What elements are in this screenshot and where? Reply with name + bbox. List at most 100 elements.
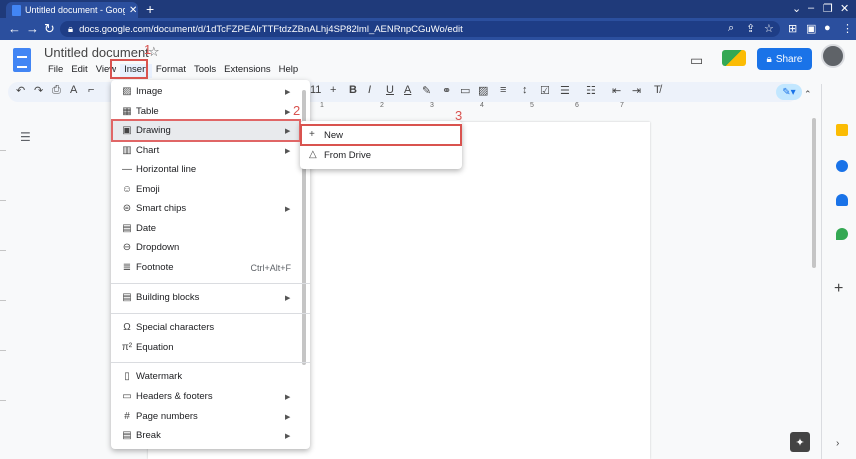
menu-item-label: Footnote (136, 262, 174, 273)
insert-menu-item-page-numbers[interactable]: # Page numbers ▶ (111, 407, 310, 426)
comments-icon[interactable]: ▭ (690, 52, 703, 69)
insert-menu-item-building-blocks[interactable]: ▤ Building blocks ▶ (111, 288, 310, 307)
meet-icon[interactable] (722, 50, 746, 66)
insert-menu-item-watermark[interactable]: ▯ Watermark (111, 367, 310, 386)
bold-icon[interactable]: B (349, 84, 357, 96)
explore-icon[interactable]: ✦ (790, 432, 810, 452)
paint-format-icon[interactable]: ⌐ (88, 84, 94, 96)
url-bar[interactable]: 🔒︎ docs.google.com/document/d/1dTcFZPEAl… (60, 21, 780, 37)
underline-icon[interactable]: U (386, 84, 394, 96)
submenu-arrow-icon: ▶ (285, 205, 291, 213)
submenu-arrow-icon: ▶ (285, 88, 291, 96)
menu-item-label: Image (136, 86, 163, 97)
collapse-toolbar-icon[interactable]: ⌃ (804, 89, 812, 100)
document-title[interactable]: Untitled document (44, 45, 149, 60)
menu-edit[interactable]: Edit (67, 64, 91, 78)
spellcheck-icon[interactable]: A (70, 84, 77, 96)
horizontal-line-icon: — (122, 164, 132, 175)
insert-menu-item-chart[interactable]: ▥ Chart ▶ (111, 141, 310, 160)
insert-menu-item-image[interactable]: ▨ Image ▶ (111, 82, 310, 101)
share-page-icon[interactable]: ⇪ (746, 22, 755, 35)
minimize-icon[interactable]: – (808, 2, 814, 14)
maps-icon[interactable] (836, 228, 848, 240)
docs-logo-icon[interactable] (13, 48, 31, 72)
horizontal-ruler[interactable]: 1 2 3 4 5 6 7 (310, 102, 650, 112)
submenu-arrow-icon: ▶ (285, 147, 291, 155)
get-addons-icon[interactable]: + (834, 280, 843, 298)
building-blocks-icon: ▤ (122, 292, 132, 303)
increase-indent-icon[interactable]: ⇥ (632, 84, 641, 97)
image-icon[interactable]: ▨ (478, 84, 488, 97)
bookmark-star-icon[interactable]: ☆ (764, 22, 774, 35)
forward-icon[interactable]: → (26, 21, 39, 36)
insert-menu-item-footnote[interactable]: ≣ Footnote Ctrl+Alt+F (111, 258, 310, 277)
window-close-icon[interactable]: ✕ (840, 2, 849, 15)
insert-menu-item-special-characters[interactable]: Ω Special characters (111, 318, 310, 337)
increase-font-icon[interactable]: + (330, 84, 336, 96)
menu-item-label: Page numbers (136, 411, 198, 422)
step-number-2: 2 (293, 103, 301, 118)
submenu-arrow-icon: ▶ (285, 413, 291, 421)
drawing-submenu-item-from-drive[interactable]: △ From Drive (300, 146, 462, 165)
italic-icon[interactable]: I (368, 84, 371, 96)
insert-menu-item-headers-footers[interactable]: ▭ Headers & footers ▶ (111, 387, 310, 406)
decrease-indent-icon[interactable]: ⇤ (612, 84, 621, 97)
highlight-icon[interactable]: ✎ (422, 84, 431, 97)
text-color-icon[interactable]: A (404, 84, 411, 96)
reload-icon[interactable]: ↻ (44, 21, 55, 37)
undo-icon[interactable]: ↶ (16, 84, 25, 97)
new-tab-icon[interactable]: + (146, 1, 154, 17)
checklist-icon[interactable]: ☑ (540, 84, 550, 97)
avatar[interactable] (821, 44, 845, 68)
menu-help[interactable]: Help (275, 64, 303, 78)
comment-icon[interactable]: ▭ (460, 84, 470, 97)
insert-menu-item-horizontal-line[interactable]: — Horizontal line (111, 160, 310, 179)
numbered-list-icon[interactable]: ☷ (586, 84, 596, 97)
clear-formatting-icon[interactable]: T̸ (654, 84, 661, 96)
special-characters-icon: Ω (123, 322, 131, 333)
keep-icon[interactable] (836, 124, 848, 136)
bulleted-list-icon[interactable]: ☰ (560, 84, 570, 97)
menu-extensions[interactable]: Extensions (220, 64, 274, 78)
highlight-box-drawing (111, 119, 301, 142)
hide-panel-icon[interactable]: › (836, 438, 839, 449)
extensions-icon[interactable]: ⊞ (788, 22, 797, 35)
document-scrollbar[interactable] (812, 118, 816, 268)
insert-menu-item-smart-chips[interactable]: ⊜ Smart chips ▶ (111, 199, 310, 218)
font-size-value[interactable]: 11 (310, 84, 321, 96)
align-icon[interactable]: ≡ (500, 84, 506, 96)
document-outline-icon[interactable]: ☰ (20, 130, 31, 144)
footnote-icon: ≣ (122, 262, 132, 273)
back-icon[interactable]: ← (8, 21, 21, 36)
menu-tools[interactable]: Tools (190, 64, 220, 78)
menu-divider (111, 313, 310, 314)
tab-search-icon[interactable]: ⌄ (792, 2, 801, 15)
side-panel: + › (821, 84, 856, 459)
tasks-icon[interactable] (836, 160, 848, 172)
maximize-icon[interactable]: ❐ (823, 2, 833, 15)
redo-icon[interactable]: ↷ (34, 84, 43, 97)
editing-mode-icon[interactable]: ✎▾ (776, 84, 802, 100)
insert-menu-item-equation[interactable]: π² Equation (111, 338, 310, 357)
sidebar-icon[interactable]: ▣ (806, 22, 816, 35)
insert-menu-item-emoji[interactable]: ☺ Emoji (111, 180, 310, 199)
browser-tab[interactable]: Untitled document - Google Docs ✕ (6, 2, 138, 18)
link-icon[interactable]: ⚭ (442, 84, 451, 97)
share-button[interactable]: 🔒︎ Share (757, 48, 812, 70)
contacts-icon[interactable] (836, 194, 848, 206)
print-icon[interactable]: ⎙ (52, 84, 61, 97)
chrome-menu-icon[interactable]: ⋮ (842, 22, 853, 35)
menu-format[interactable]: Format (152, 64, 190, 78)
menu-file[interactable]: File (44, 64, 67, 78)
tab-title: Untitled document - Google Docs (25, 5, 125, 15)
line-spacing-icon[interactable]: ↕ (522, 84, 528, 96)
zoom-icon[interactable]: ⌕ (728, 22, 734, 35)
insert-menu-item-break[interactable]: ▤ Break ▶ (111, 426, 310, 445)
profile-icon[interactable]: ● (824, 22, 831, 34)
insert-menu-item-date[interactable]: ▤ Date (111, 219, 310, 238)
close-tab-icon[interactable]: ✕ (129, 5, 137, 16)
insert-menu-item-dropdown[interactable]: ⊖ Dropdown (111, 238, 310, 257)
address-bar-row: ← → ↻ 🔒︎ docs.google.com/document/d/1dTc… (0, 18, 856, 40)
highlight-box-insert (110, 59, 148, 79)
headers-footers-icon: ▭ (122, 391, 132, 402)
